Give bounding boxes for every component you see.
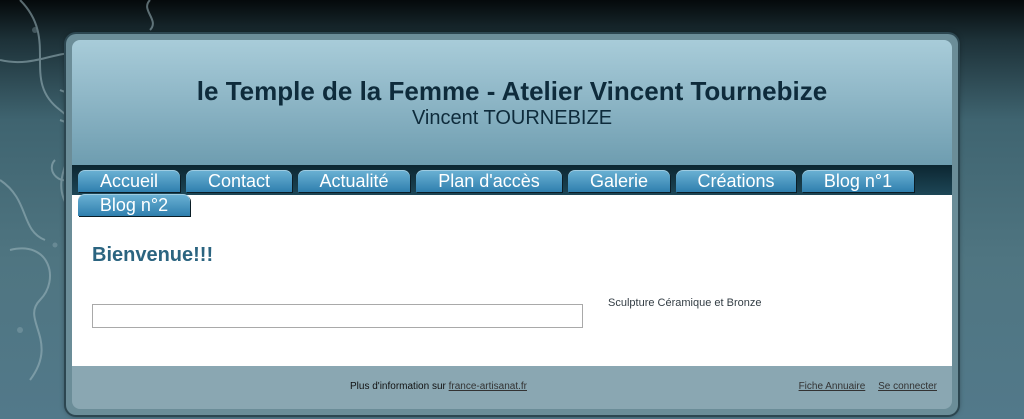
footer-info: Plus d'information sur france-artisanat.… [350, 381, 527, 392]
footer-links: Fiche Annuaire Se connecter [789, 381, 937, 392]
nav-item-creations[interactable]: Créations [676, 170, 796, 192]
nav-item-actualite[interactable]: Actualité [298, 170, 410, 192]
site-subtitle: Vincent TOURNEBIZE [411, 107, 613, 129]
site-footer: Plus d'information sur france-artisanat.… [72, 366, 952, 409]
nav-item-blog-1[interactable]: Blog n°1 [802, 170, 914, 192]
nav-item-blog-2[interactable]: Blog n°2 [78, 194, 190, 216]
content-text-field[interactable] [92, 304, 583, 328]
footer-info-prefix: Plus d'information sur [350, 381, 446, 392]
france-artisanat-link[interactable]: france-artisanat.fr [449, 381, 527, 392]
se-connecter-link[interactable]: Se connecter [878, 381, 937, 392]
site-header: le Temple de la Femme - Atelier Vincent … [72, 40, 952, 165]
nav-item-contact[interactable]: Contact [186, 170, 292, 192]
sculpture-description: Sculpture Céramique et Bronze [608, 297, 762, 309]
page-heading: Bienvenue!!! [92, 244, 214, 266]
fiche-annuaire-link[interactable]: Fiche Annuaire [799, 381, 866, 392]
nav-item-accueil[interactable]: Accueil [78, 170, 180, 192]
main-content: Bienvenue!!! Sculpture Céramique et Bron… [72, 195, 952, 366]
nav-item-plan-acces[interactable]: Plan d'accès [416, 170, 562, 192]
nav-item-galerie[interactable]: Galerie [568, 170, 670, 192]
site-title: le Temple de la Femme - Atelier Vincent … [196, 76, 828, 106]
